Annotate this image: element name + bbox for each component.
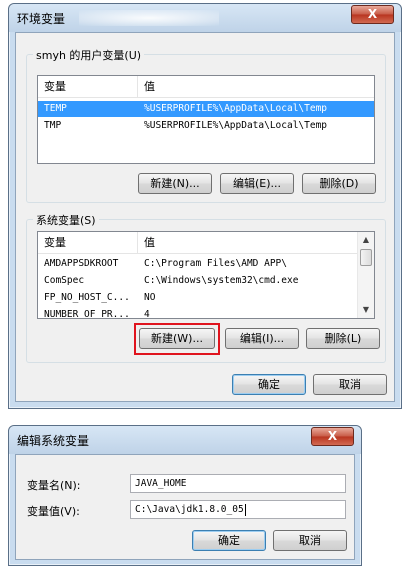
var-value-label: 变量值(V):	[27, 505, 80, 518]
system-var-value: 4	[144, 309, 150, 319]
ok-button[interactable]: 确定	[232, 374, 306, 395]
user-delete-button[interactable]: 删除(D)	[302, 173, 376, 194]
env-vars-title: 环境变量	[17, 12, 66, 26]
system-col-variable[interactable]: 变量	[38, 232, 138, 254]
user-col-variable[interactable]: 变量	[38, 76, 138, 98]
user-var-row-tmp[interactable]: TMP %USERPROFILE%\AppData\Local\Temp	[38, 118, 374, 134]
edit-cancel-button[interactable]: 取消	[273, 530, 347, 551]
text-caret	[244, 503, 246, 516]
system-var-row[interactable]: FP_NO_HOST_C... NO	[38, 290, 359, 306]
var-name-input[interactable]: JAVA_HOME	[130, 474, 346, 493]
user-col-value[interactable]: 值	[138, 76, 374, 98]
var-value-value: C:\Java\jdk1.8.0_05	[135, 504, 244, 515]
user-new-button[interactable]: 新建(N)...	[138, 173, 212, 194]
user-var-value: %USERPROFILE%\AppData\Local\Temp	[144, 120, 328, 131]
system-edit-button[interactable]: 编辑(I)...	[225, 328, 299, 349]
user-var-value: %USERPROFILE%\AppData\Local\Temp	[144, 103, 328, 114]
user-edit-button[interactable]: 编辑(E)...	[220, 173, 294, 194]
edit-var-title: 编辑系统变量	[17, 434, 90, 448]
var-name-value: JAVA_HOME	[135, 478, 187, 489]
edit-var-client: 变量名(N): JAVA_HOME 变量值(V): C:\Java\jdk1.8…	[15, 454, 355, 560]
user-vars-header: 变量 值	[38, 76, 374, 98]
close-icon[interactable]: X	[351, 5, 394, 24]
env-vars-titlebar[interactable]: 环境变量 X	[9, 4, 401, 32]
edit-var-titlebar[interactable]: 编辑系统变量 X	[9, 426, 361, 454]
system-var-name: AMDAPPSDKROOT	[44, 258, 119, 269]
env-vars-client: smyh 的用户变量(U) 变量 值 TEMP %USERPROFILE%\Ap…	[15, 32, 395, 402]
system-vars-label: 系统变量(S)	[33, 212, 99, 228]
system-var-name: FP_NO_HOST_C...	[44, 292, 130, 303]
var-name-label: 变量名(N):	[27, 479, 81, 492]
edit-var-window: 编辑系统变量 X 变量名(N): JAVA_HOME 变量值(V): C:\Ja…	[8, 425, 362, 566]
user-var-name: TEMP	[44, 103, 67, 114]
system-var-row[interactable]: NUMBER_OF_PR... 4	[38, 307, 359, 319]
cancel-button[interactable]: 取消	[313, 374, 387, 395]
system-var-row[interactable]: ComSpec C:\Windows\system32\cmd.exe	[38, 273, 359, 289]
system-col-value[interactable]: 值	[138, 232, 359, 254]
user-var-row-temp[interactable]: TEMP %USERPROFILE%\AppData\Local\Temp	[38, 101, 374, 117]
edit-ok-button[interactable]: 确定	[192, 530, 266, 551]
system-vars-header: 变量 值	[38, 232, 374, 254]
user-vars-label: smyh 的用户变量(U)	[33, 47, 145, 63]
scroll-thumb[interactable]	[360, 249, 372, 266]
close-icon[interactable]: X	[311, 427, 354, 446]
system-var-name: ComSpec	[44, 275, 85, 286]
user-var-name: TMP	[44, 120, 62, 131]
scroll-down-icon[interactable]: ▼	[358, 302, 374, 318]
system-var-value: NO	[144, 292, 156, 303]
env-vars-window: 环境变量 X smyh 的用户变量(U) 变量 值 TEMP %USERPROF…	[8, 3, 402, 409]
system-vars-scrollbar[interactable]: ▲ ▼	[357, 232, 374, 318]
system-var-value: C:\Program Files\AMD APP\	[144, 258, 287, 269]
system-var-name: NUMBER_OF_PR...	[44, 309, 130, 319]
system-vars-list[interactable]: 变量 值 AMDAPPSDKROOT C:\Program Files\AMD …	[37, 231, 375, 319]
title-glow	[79, 10, 219, 26]
user-vars-list[interactable]: 变量 值 TEMP %USERPROFILE%\AppData\Local\Te…	[37, 75, 375, 164]
scroll-up-icon[interactable]: ▲	[358, 232, 374, 248]
var-value-input[interactable]: C:\Java\jdk1.8.0_05	[130, 500, 346, 519]
system-var-row[interactable]: AMDAPPSDKROOT C:\Program Files\AMD APP\	[38, 256, 359, 272]
system-delete-button[interactable]: 删除(L)	[306, 328, 380, 349]
system-var-value: C:\Windows\system32\cmd.exe	[144, 275, 299, 286]
system-new-button[interactable]: 新建(W)...	[139, 328, 215, 349]
